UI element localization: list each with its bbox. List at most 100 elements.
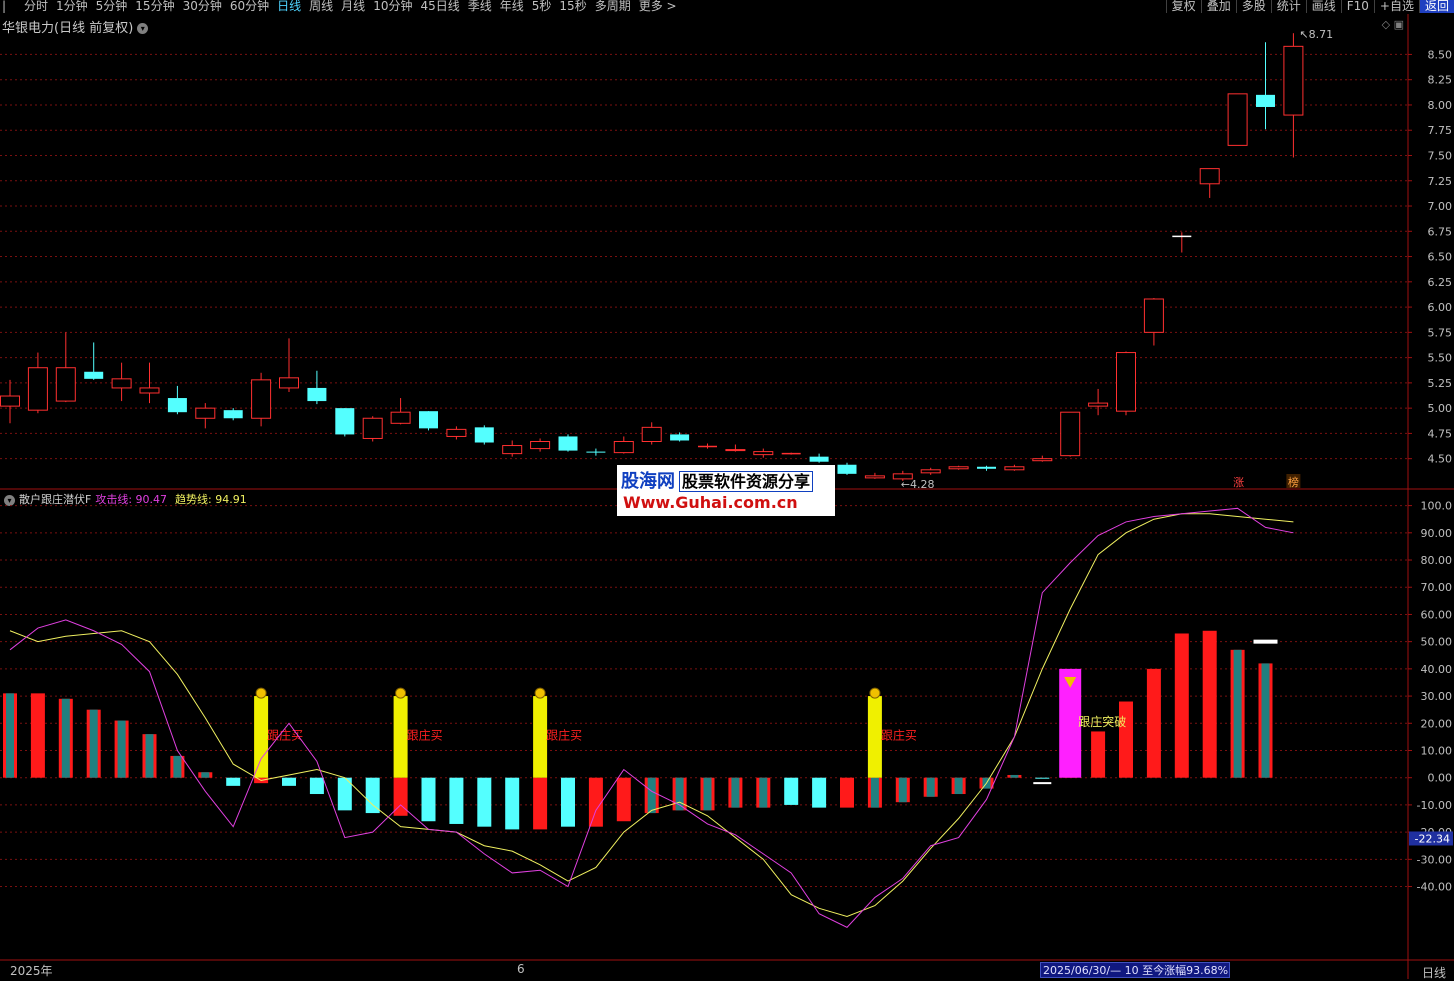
candle-up bbox=[446, 428, 467, 437]
year-label: 2025年 bbox=[10, 964, 53, 978]
money-bag-icon bbox=[395, 687, 407, 699]
follow-buy-bar bbox=[867, 696, 882, 778]
price-axis-label: 5.50 bbox=[1428, 352, 1453, 365]
momentum-bar bbox=[282, 777, 296, 786]
momentum-bar-inner bbox=[145, 734, 154, 778]
indicator-axis-label: 50.00 bbox=[1421, 636, 1453, 649]
momentum-bar-inner bbox=[201, 772, 210, 778]
momentum-bar-inner bbox=[926, 777, 935, 797]
money-bag-icon bbox=[255, 687, 267, 699]
candle-up bbox=[390, 411, 411, 424]
candle-up bbox=[1060, 411, 1081, 457]
price-axis-label: 7.50 bbox=[1428, 149, 1453, 162]
money-bag-icon bbox=[869, 687, 881, 699]
watermark-logo: 股海网 股票软件资源分享 Www.Guhai.com.cn bbox=[617, 465, 835, 516]
candle-up bbox=[753, 451, 774, 456]
momentum-bar bbox=[1174, 633, 1189, 778]
indicator-axis-label: -10.00 bbox=[1417, 799, 1452, 812]
candle-up bbox=[613, 441, 634, 454]
momentum-bar bbox=[588, 777, 603, 827]
price-axis-label: 6.25 bbox=[1428, 276, 1453, 289]
candle-down bbox=[223, 410, 243, 419]
momentum-bar bbox=[812, 777, 827, 808]
candle-down bbox=[167, 398, 187, 413]
price-axis-label: 7.75 bbox=[1428, 124, 1453, 137]
momentum-bar-inner bbox=[647, 777, 656, 814]
momentum-bar-inner bbox=[759, 777, 768, 808]
candle-down bbox=[837, 464, 857, 474]
price-axis-label: 8.00 bbox=[1428, 99, 1453, 112]
momentum-bar-inner bbox=[870, 777, 879, 808]
follow-buy-label: 跟庄买 bbox=[546, 728, 582, 743]
momentum-bar bbox=[365, 777, 380, 814]
candle-up bbox=[27, 367, 48, 411]
price-axis-label: 7.00 bbox=[1428, 200, 1453, 213]
candle-up bbox=[725, 449, 746, 452]
candle-up bbox=[1283, 45, 1304, 116]
momentum-bar bbox=[421, 777, 436, 822]
price-axis-label: 6.75 bbox=[1428, 225, 1453, 238]
momentum-bar-inner bbox=[954, 777, 963, 795]
momentum-bar-inner bbox=[173, 755, 182, 778]
range-info[interactable]: 2025/06/30/— 10 至今涨幅93.68% bbox=[1040, 962, 1230, 978]
indicator-axis-label: -30.00 bbox=[1417, 853, 1452, 866]
candle-down bbox=[474, 427, 494, 443]
momentum-bar bbox=[561, 777, 575, 827]
candle-down bbox=[586, 451, 606, 453]
money-bag-icon bbox=[534, 687, 546, 699]
indicator-axis-label: 10.00 bbox=[1421, 744, 1453, 757]
date-axis: 2025年 6 2025/06/30/— 10 至今涨幅93.68% 日线 bbox=[0, 962, 1454, 981]
watermark-slogan: 股票软件资源分享 bbox=[679, 471, 814, 492]
candle-up bbox=[1143, 298, 1164, 333]
low-price-label: ←4.28 bbox=[901, 478, 935, 491]
candle-down bbox=[335, 408, 355, 435]
candle-up bbox=[195, 407, 216, 419]
candle-up bbox=[920, 469, 941, 474]
momentum-bar bbox=[30, 693, 45, 778]
candle-up bbox=[0, 395, 20, 407]
watermark-brand: 股海网 bbox=[621, 471, 675, 492]
candle-up bbox=[279, 377, 299, 389]
indicator-axis-label: 90.00 bbox=[1421, 527, 1453, 540]
high-price-label: ↖8.71 bbox=[1299, 28, 1333, 41]
momentum-bar-inner bbox=[89, 709, 98, 778]
indicator-axis-label: 40.00 bbox=[1421, 663, 1453, 676]
candle-up bbox=[111, 378, 132, 389]
candle-down bbox=[670, 434, 690, 441]
price-axis-label: 5.25 bbox=[1428, 377, 1453, 390]
breakout-label: 跟庄突破 bbox=[1078, 714, 1126, 729]
momentum-bar-inner bbox=[731, 777, 740, 808]
candle-down bbox=[977, 466, 996, 469]
candle-up bbox=[1227, 93, 1248, 146]
momentum-bar-inner bbox=[1261, 663, 1270, 778]
indicator-axis-label: 30.00 bbox=[1421, 690, 1453, 703]
price-axis-label: 4.75 bbox=[1428, 427, 1453, 440]
momentum-bar bbox=[533, 777, 548, 830]
momentum-bar bbox=[226, 777, 241, 786]
price-axis-label: 5.75 bbox=[1428, 326, 1453, 339]
momentum-bar bbox=[840, 777, 854, 808]
candle-up bbox=[1032, 458, 1053, 462]
momentum-bar bbox=[784, 777, 799, 805]
momentum-bar bbox=[1035, 777, 1050, 779]
momentum-bar bbox=[477, 777, 492, 827]
candle-up bbox=[1088, 402, 1109, 407]
candle-up bbox=[55, 367, 76, 402]
candle-up bbox=[362, 417, 383, 439]
momentum-bar-inner bbox=[117, 720, 126, 778]
momentum-bar-inner bbox=[703, 777, 712, 811]
candle-up bbox=[641, 426, 662, 443]
price-axis-label: 6.50 bbox=[1428, 251, 1453, 264]
momentum-bar-inner bbox=[6, 693, 14, 778]
follow-buy-bar bbox=[254, 696, 269, 778]
candle-up bbox=[139, 387, 160, 394]
momentum-bar bbox=[1202, 630, 1217, 778]
follow-buy-bar bbox=[533, 696, 548, 778]
candle-down bbox=[1256, 94, 1275, 107]
price-axis-label: 5.00 bbox=[1428, 402, 1453, 415]
momentum-bar bbox=[1091, 731, 1106, 778]
candle-up bbox=[1116, 352, 1136, 412]
candle-up bbox=[1199, 168, 1220, 185]
price-axis-label: 7.25 bbox=[1428, 175, 1453, 188]
period-label[interactable]: 日线 bbox=[1422, 964, 1446, 981]
